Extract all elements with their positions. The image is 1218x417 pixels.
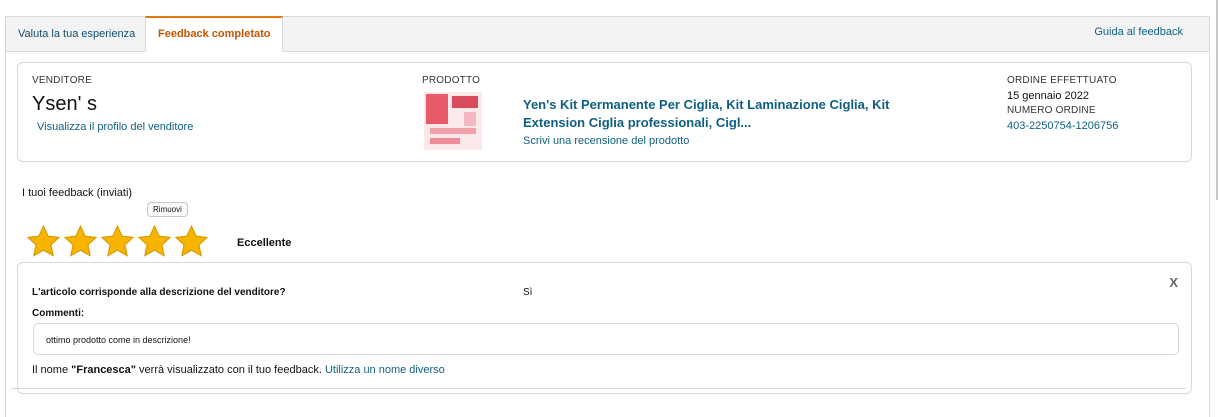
display-name-line: Il nome "Francesca" verrà visualizzato c…	[32, 364, 445, 376]
seller-name: Ysen' s	[32, 93, 97, 115]
comment-text: ottimo prodotto come in descrizione!	[33, 323, 1179, 355]
sent-feedback-label: I tuoi feedback (inviati)	[22, 187, 133, 199]
seller-profile-link[interactable]: Visualizza il profilo del venditore	[37, 121, 193, 133]
tab-feedback-completed[interactable]: Feedback completato	[145, 16, 284, 52]
order-info-box: VENDITORE Ysen' s Visualizza il profilo …	[17, 62, 1192, 162]
star-icon[interactable]	[100, 224, 135, 259]
bottom-divider	[11, 388, 1186, 389]
comments-label: Commenti:	[32, 308, 85, 319]
close-icon[interactable]: X	[1169, 275, 1178, 290]
product-image[interactable]	[424, 92, 482, 150]
order-placed-caption: ORDINE EFFETTUATO	[1007, 75, 1117, 86]
tab-bar: Valuta la tua esperienza Feedback comple…	[6, 16, 1209, 52]
use-different-name-link[interactable]: Utilizza un nome diverso	[325, 364, 445, 376]
product-caption: PRODOTTO	[422, 75, 481, 86]
tab-rate-experience[interactable]: Valuta la tua esperienza	[6, 17, 147, 51]
star-icon[interactable]	[137, 224, 172, 259]
star-rating	[26, 224, 209, 260]
star-icon[interactable]	[26, 224, 61, 259]
seller-caption: VENDITORE	[32, 75, 92, 86]
star-icon[interactable]	[174, 224, 209, 259]
product-title-link[interactable]: Yen's Kit Permanente Per Ciglia, Kit Lam…	[523, 96, 923, 132]
name-prefix: Il nome	[32, 364, 72, 376]
display-name: "Francesca"	[71, 364, 136, 376]
order-number-caption: NUMERO ORDINE	[1007, 105, 1096, 116]
remove-feedback-button[interactable]: Rimuovi	[147, 202, 188, 217]
write-review-link[interactable]: Scrivi una recensione del prodotto	[523, 135, 689, 147]
order-date: 15 gennaio 2022	[1007, 90, 1089, 102]
name-suffix: verrà visualizzato con il tuo feedback.	[136, 364, 325, 376]
rating-text: Eccellente	[237, 237, 292, 249]
description-match-answer: Sì	[523, 287, 533, 298]
star-icon[interactable]	[63, 224, 98, 259]
feedback-details-box: X L'articolo corrisponde alla descrizion…	[17, 262, 1192, 394]
feedback-panel: Valuta la tua esperienza Feedback comple…	[5, 16, 1210, 417]
order-number-link[interactable]: 403-2250754-1206756	[1007, 120, 1118, 132]
feedback-guide-link[interactable]: Guida al feedback	[1094, 17, 1183, 51]
description-match-question: L'articolo corrisponde alla descrizione …	[32, 287, 286, 298]
